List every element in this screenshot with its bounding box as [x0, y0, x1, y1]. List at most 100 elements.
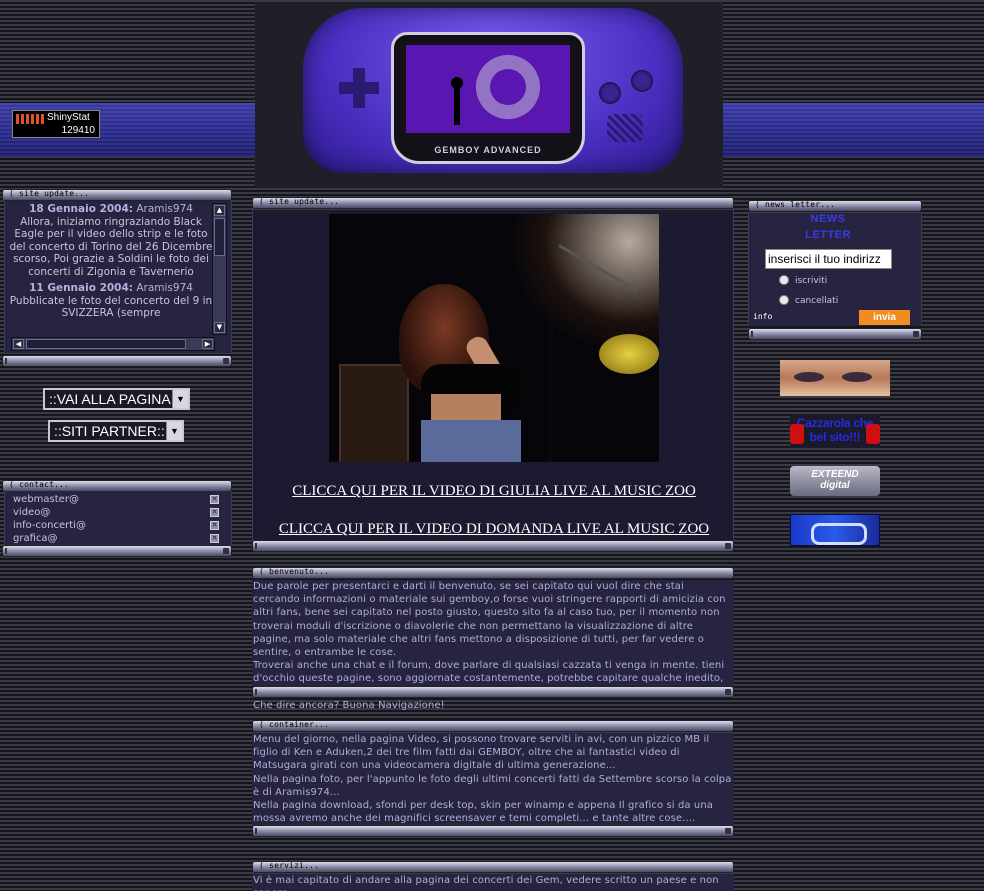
counter-name: ShinyStat — [47, 112, 90, 123]
update-author: Aramis974 — [136, 203, 193, 215]
benvenuto-title: benvenuto... — [259, 567, 329, 576]
radio-label: iscriviti — [795, 276, 828, 286]
contact-link[interactable]: webmaster@ — [13, 494, 79, 505]
chevron-down-icon: ▼ — [166, 422, 182, 440]
shinystat-counter[interactable]: ShinyStat 129410 — [12, 110, 100, 138]
container-title: container... — [259, 720, 329, 729]
update-entry: 11 Gennaio 2004: Aramis974 Pubblicate le… — [9, 282, 213, 320]
benvenuto-footer — [252, 686, 734, 698]
scroll-right-icon[interactable]: ▶ — [202, 339, 213, 349]
cancellati-radio[interactable]: cancellati — [779, 295, 838, 306]
scroll-up-icon[interactable]: ▲ — [214, 205, 225, 216]
gemboy-console-image: GEMBOY ADVANCED — [303, 8, 683, 173]
update-entry: 18 Gennaio 2004: Aramis974 Allora, inizi… — [9, 203, 213, 278]
scroll-thumb[interactable] — [26, 339, 186, 349]
center-update-title: site update... — [259, 197, 339, 206]
newsletter-email-input[interactable] — [765, 249, 892, 269]
checkbox-icon: ✕ — [210, 534, 219, 543]
info-link[interactable]: info — [753, 312, 772, 321]
counter-value: 129410 — [61, 125, 95, 136]
benvenuto-header: benvenuto... — [252, 567, 734, 579]
radio-label: cancellati — [795, 296, 839, 306]
contact-footer — [2, 545, 232, 557]
select-value: ::SITI PARTNER:: — [54, 423, 165, 439]
newsletter-panel: NEWS LETTER iscriviti cancellati info in… — [748, 213, 922, 326]
eyes-banner[interactable] — [780, 360, 890, 396]
center-update-header: site update... — [252, 197, 734, 209]
update-author: Aramis974 — [136, 282, 193, 294]
banner-text: digital — [820, 480, 850, 491]
contact-item[interactable]: info-concerti@ ✕ — [13, 519, 219, 532]
scroll-left-icon[interactable]: ◀ — [13, 339, 24, 349]
center-update-panel: CLICCA QUI PER IL VIDEO DI GIULIA LIVE A… — [252, 210, 734, 540]
contact-item[interactable]: video@ ✕ — [13, 506, 219, 519]
radio-icon[interactable] — [779, 295, 789, 305]
chevron-down-icon: ▼ — [172, 390, 188, 408]
dpad-icon — [339, 68, 379, 108]
gem-logo-icon — [466, 45, 550, 129]
contact-item[interactable]: grafica@ ✕ — [13, 532, 219, 545]
container-text: Nella pagina foto, per l'appunto le foto… — [253, 773, 732, 798]
vertical-scrollbar[interactable]: ▲ ▼ — [212, 203, 227, 335]
concert-photo[interactable] — [329, 214, 659, 462]
contact-item[interactable]: webmaster@ ✕ — [13, 493, 219, 506]
update-text: Allora, iniziamo ringraziando Black Eagl… — [9, 215, 213, 278]
update-scroll-area[interactable]: 18 Gennaio 2004: Aramis974 Allora, inizi… — [9, 203, 213, 333]
container-footer — [252, 825, 734, 837]
b-button-icon — [599, 82, 621, 104]
container-text: Nella pagina download, sfondi per desk t… — [253, 800, 713, 825]
left-update-footer — [2, 355, 232, 367]
stick-figure-icon — [451, 77, 463, 125]
contact-link[interactable]: grafica@ — [13, 533, 58, 544]
iscriviti-radio[interactable]: iscriviti — [779, 275, 827, 286]
banner-text: EXTEEND — [811, 469, 859, 480]
contact-panel: webmaster@ ✕ video@ ✕ info-concerti@ ✕ graf… — [4, 491, 232, 545]
exteend-banner[interactable]: EXTEEND digital — [790, 466, 880, 496]
sc-logo-banner[interactable] — [790, 514, 880, 546]
checkbox-icon: ✕ — [210, 495, 219, 504]
contact-title: contact... — [9, 480, 69, 489]
invia-button[interactable]: invia — [859, 310, 910, 325]
update-text: Pubblicate le foto del concerto del 9 in… — [9, 294, 213, 320]
servizi-header: servizi... — [252, 861, 734, 873]
banner-text: bel sito!!! — [809, 430, 861, 444]
servizi-panel: Vi è mai capitato di andare alla pagina … — [252, 874, 734, 891]
newsletter-heading: LETTER — [805, 229, 851, 241]
left-update-panel: 18 Gennaio 2004: Aramis974 Allora, inizi… — [4, 201, 232, 353]
benvenuto-panel: Due parole per presentarci e darti il be… — [252, 580, 734, 711]
left-update-title: site update... — [9, 189, 89, 198]
domanda-video-link[interactable]: CLICCA QUI PER IL VIDEO DI DOMANDA LIVE … — [253, 521, 735, 538]
banner-text: Cazzarola che — [796, 416, 874, 430]
scroll-down-icon[interactable]: ▼ — [214, 322, 225, 333]
newsletter-header: news letter... — [748, 200, 922, 212]
contact-link[interactable]: info-concerti@ — [13, 520, 86, 531]
newsletter-title: news letter... — [755, 200, 835, 209]
giulia-video-link[interactable]: CLICCA QUI PER IL VIDEO DI GIULIA LIVE A… — [253, 483, 735, 500]
left-update-header: site update... — [2, 189, 232, 201]
newsletter-footer — [748, 328, 922, 340]
header-banner: GEMBOY ADVANCED — [255, 2, 723, 188]
benvenuto-text: Due parole per presentarci e darti il be… — [253, 581, 726, 659]
select-value: ::VAI ALLA PAGINA:: — [49, 391, 179, 407]
console-brand: GEMBOY ADVANCED — [434, 145, 542, 155]
stats-bars-icon — [16, 114, 44, 124]
vai-alla-pagina-select[interactable]: ::VAI ALLA PAGINA:: ▼ — [43, 388, 190, 410]
a-button-icon — [631, 70, 653, 92]
radio-icon[interactable] — [779, 275, 789, 285]
speaker-icon — [607, 114, 643, 142]
contact-link[interactable]: video@ — [13, 507, 50, 518]
servizi-text: Vi è mai capitato di andare alla pagina … — [253, 875, 719, 891]
checkbox-icon: ✕ — [210, 508, 219, 517]
center-update-footer — [252, 540, 734, 552]
container-panel: Menu del giorno, nella pagina Video, si … — [252, 733, 734, 825]
cazzarola-banner[interactable]: Cazzarola che bel sito!!! — [790, 414, 880, 448]
container-header: container... — [252, 720, 734, 732]
container-text: Menu del giorno, nella pagina Video, si … — [253, 734, 710, 772]
horizontal-scrollbar[interactable]: ◀ ▶ — [11, 337, 215, 351]
servizi-title: servizi... — [259, 861, 319, 870]
scroll-thumb[interactable] — [214, 218, 225, 256]
siti-partner-select[interactable]: ::SITI PARTNER:: ▼ — [48, 420, 184, 442]
newsletter-heading: NEWS — [810, 213, 846, 225]
checkbox-icon: ✕ — [210, 521, 219, 530]
benvenuto-text: Che dire ancora? Buona Navigazione! — [253, 699, 445, 711]
